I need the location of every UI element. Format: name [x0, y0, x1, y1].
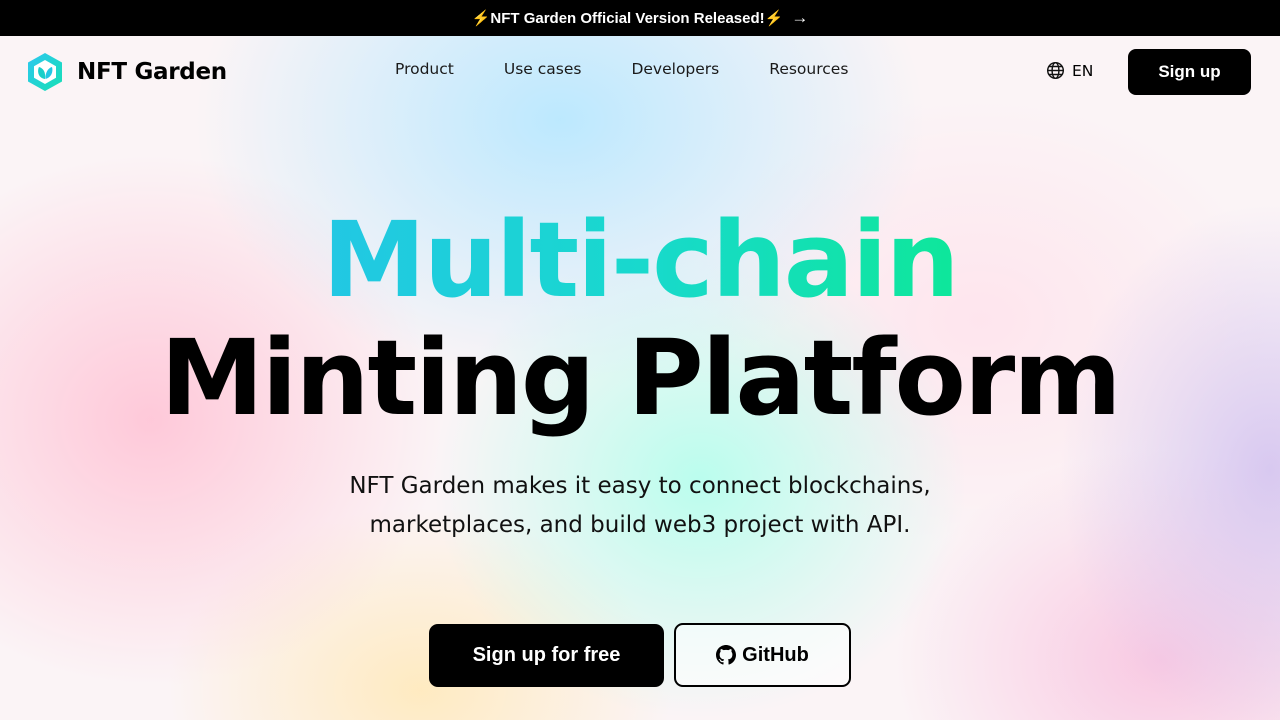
announcement-bar[interactable]: ⚡ NFT Garden Official Version Released! …: [0, 0, 1280, 36]
brand-name: NFT Garden: [77, 59, 227, 85]
lightning-icon: ⚡: [471, 10, 491, 27]
github-button[interactable]: GitHub: [674, 623, 851, 687]
nav-item-developers[interactable]: Developers: [631, 60, 719, 78]
nav-item-use-cases[interactable]: Use cases: [504, 60, 582, 78]
language-selector[interactable]: EN: [1046, 61, 1093, 80]
github-icon: [716, 645, 737, 665]
github-button-label: GitHub: [742, 643, 809, 666]
hero-title-main: Minting Platform: [160, 317, 1121, 439]
hero-subtitle-line-2: marketplaces, and build web3 project wit…: [369, 512, 911, 538]
globe-icon: [1046, 61, 1065, 80]
site-header: NFT Garden Product Use cases Developers …: [0, 36, 1280, 108]
hero-title-accent-text: Multi-chain: [322, 199, 959, 321]
signup-button[interactable]: Sign up: [1128, 49, 1251, 95]
language-label: EN: [1072, 61, 1094, 80]
signup-free-button[interactable]: Sign up for free: [429, 624, 664, 687]
brand-logo-link[interactable]: NFT Garden: [26, 52, 227, 92]
hero-subtitle: NFT Garden makes it easy to connect bloc…: [0, 467, 1280, 545]
arrow-right-icon: →: [791, 8, 809, 27]
lightning-icon: ⚡: [764, 10, 784, 27]
main-nav: Product Use cases Developers Resources: [395, 60, 848, 78]
nav-item-resources[interactable]: Resources: [769, 60, 848, 78]
hero-title-accent: Multi-chain: [0, 200, 1280, 320]
hero-subtitle-line-1: NFT Garden makes it easy to connect bloc…: [349, 473, 931, 499]
leaf-hexagon-icon: [28, 53, 62, 91]
nav-item-product[interactable]: Product: [395, 60, 454, 78]
announcement-text: NFT Garden Official Version Released!: [490, 9, 765, 27]
